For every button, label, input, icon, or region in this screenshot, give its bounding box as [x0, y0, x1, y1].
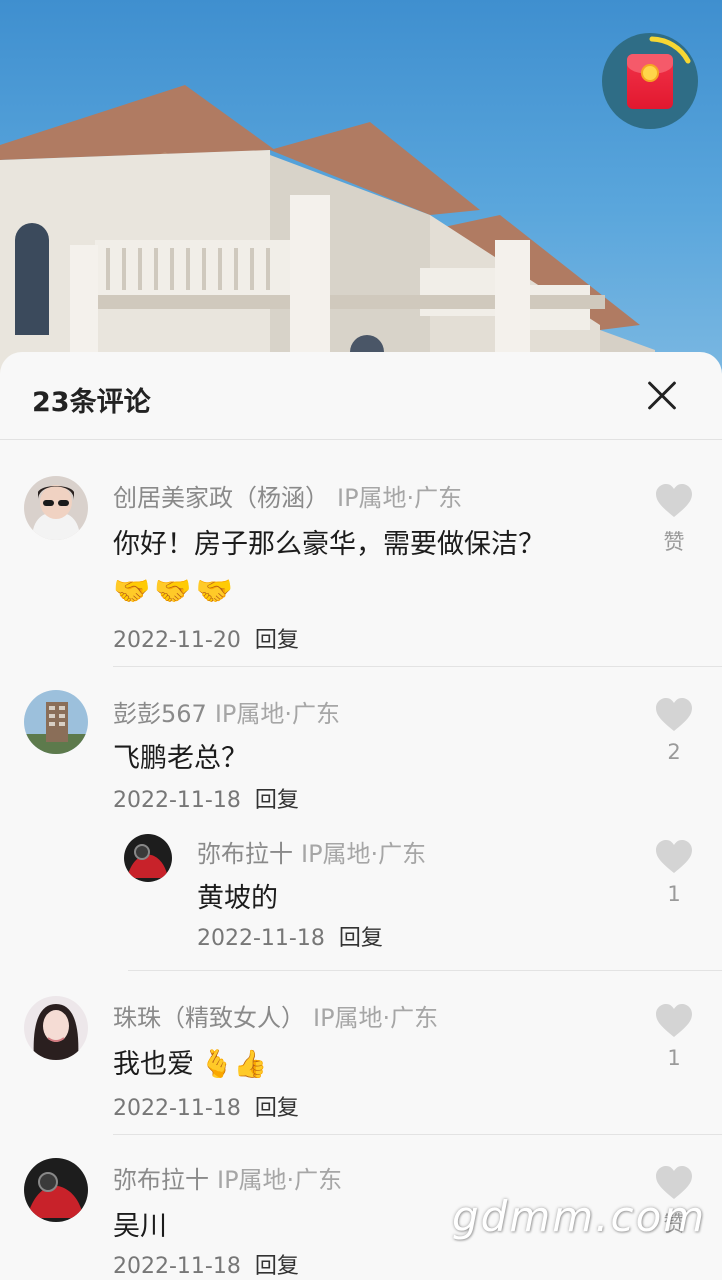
avatar[interactable]	[124, 834, 172, 882]
like-count: 赞	[663, 530, 685, 554]
ip-location: IP属地·广东	[313, 1004, 439, 1032]
reply-date-row: 2022-11-18 回复	[197, 920, 383, 952]
avatar[interactable]	[24, 476, 88, 540]
comment-text: 你好！房子那么豪华，需要做保洁？	[113, 529, 545, 560]
comment-date-row: 2022-11-18 回复	[113, 1248, 299, 1280]
comment-count-title: 23条评论	[32, 387, 151, 418]
avatar[interactable]	[24, 690, 88, 754]
like-count: 1	[667, 1046, 681, 1070]
ip-location: IP属地·广东	[301, 840, 427, 868]
comment-date: 2022-11-20	[113, 628, 241, 653]
comment-date: 2022-11-18	[197, 926, 325, 951]
reply-button[interactable]: 回复	[339, 926, 383, 951]
comment-text: 吴川	[113, 1211, 167, 1242]
coin-icon	[641, 64, 659, 82]
comment-date: 2022-11-18	[113, 788, 241, 813]
divider	[113, 666, 722, 667]
comment-date-row: 2022-11-20 回复	[113, 622, 299, 654]
avatar[interactable]	[24, 996, 88, 1060]
comment-text: 我也爱 🫰👍	[113, 1049, 268, 1080]
divider	[128, 970, 722, 971]
comment-date: 2022-11-18	[113, 1096, 241, 1121]
like-count: 2	[667, 740, 681, 764]
heart-icon	[656, 840, 692, 873]
avatar[interactable]	[24, 1158, 88, 1222]
reply-button[interactable]: 回复	[255, 628, 299, 653]
comment-author[interactable]: 创居美家政（杨涵） IP属地·广东	[113, 478, 462, 513]
comment-text: 飞鹏老总？	[113, 743, 248, 774]
comment-author[interactable]: 弥布拉十 IP属地·广东	[113, 1160, 342, 1195]
reply-button[interactable]: 回复	[255, 1254, 299, 1279]
like-button[interactable]: 2	[644, 698, 704, 764]
close-icon[interactable]	[640, 374, 684, 418]
comment-author[interactable]: 彭彭567 IP属地·广东	[113, 694, 340, 729]
comment-date: 2022-11-18	[113, 1254, 241, 1279]
heart-icon	[656, 1004, 692, 1037]
comment-date-row: 2022-11-18 回复	[113, 782, 299, 814]
like-button[interactable]: 赞	[644, 484, 704, 556]
emojis: 🫰👍	[200, 1049, 268, 1080]
ip-location: IP属地·广东	[217, 1166, 343, 1194]
heart-icon	[656, 484, 692, 517]
heart-icon	[656, 698, 692, 731]
like-count: 1	[667, 882, 681, 906]
like-button[interactable]: 1	[644, 840, 704, 906]
comment-date-row: 2022-11-18 回复	[113, 1090, 299, 1122]
reply-text: 黄坡的	[197, 883, 278, 914]
ip-location: IP属地·广东	[214, 700, 340, 728]
like-button[interactable]: 1	[644, 1004, 704, 1070]
red-packet-icon	[627, 54, 673, 109]
sheet-header: 23条评论	[0, 352, 722, 440]
comment-author[interactable]: 珠珠（精致女人） IP属地·广东	[113, 998, 438, 1033]
handshake-emojis: 🤝🤝🤝	[113, 574, 238, 609]
red-packet-button[interactable]	[602, 33, 698, 129]
divider	[113, 1134, 722, 1135]
ip-location: IP属地·广东	[337, 484, 463, 512]
watermark: gdmm.com	[452, 1192, 707, 1241]
reply-button[interactable]: 回复	[255, 788, 299, 813]
reply-author[interactable]: 弥布拉十 IP属地·广东	[197, 834, 426, 869]
reply-button[interactable]: 回复	[255, 1096, 299, 1121]
